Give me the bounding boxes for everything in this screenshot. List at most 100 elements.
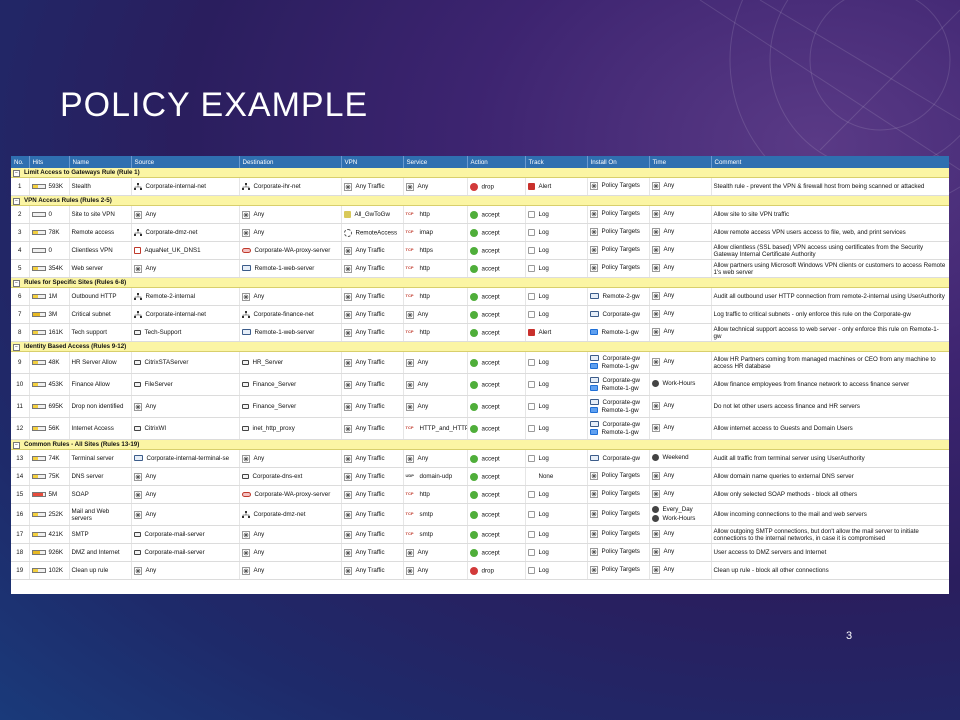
collapse-toggle-icon[interactable]: − [13,169,20,177]
comment-cell[interactable]: Allow partners using Microsoft Windows V… [711,259,949,278]
comment-cell[interactable]: Log traffic to critical subnets - only e… [711,305,949,324]
vpn-cell[interactable]: Any Traffic [341,525,404,544]
action-cell[interactable]: accept [467,305,526,324]
install-on-cell[interactable]: Policy Targets [587,561,650,580]
service-cell[interactable]: Any [403,373,468,396]
comment-cell[interactable]: Audit all outbound user HTTP connection … [711,287,949,306]
destination-cell[interactable]: Any [239,449,342,468]
destination-cell[interactable]: Any [239,205,342,224]
destination-cell[interactable]: Corporate-ihr-net [239,177,342,196]
source-cell[interactable]: Any [131,467,240,486]
table-row[interactable]: 7 3M Critical subnet Corporate-internal-net… [11,305,949,324]
destination-cell[interactable]: Corporate-finance-net [239,305,342,324]
vpn-cell[interactable]: Any Traffic [341,177,404,196]
column-header-destination[interactable]: Destination [239,156,342,168]
track-cell[interactable]: Alert [525,177,588,196]
name-cell[interactable]: Critical subnet [69,305,132,324]
vpn-cell[interactable]: Any Traffic [341,373,404,396]
time-cell[interactable]: Any [649,561,712,580]
install-on-cell[interactable]: Remote-2-gw [587,287,650,306]
vpn-cell[interactable]: Any Traffic [341,287,404,306]
name-cell[interactable]: Clientless VPN [69,241,132,260]
name-cell[interactable]: Finance Allow [69,373,132,396]
install-on-cell[interactable]: Corporate-gw Remote-1-gw [587,373,650,396]
comment-cell[interactable]: Allow site to site VPN traffic [711,205,949,224]
source-cell[interactable]: Remote-2-internal [131,287,240,306]
time-cell[interactable]: Every_Day Work-Hours [649,503,712,526]
source-cell[interactable]: Corporate-internal-net [131,305,240,324]
table-row[interactable]: 14 75K DNS server Any Corporate-dns-ext Any T… [11,467,949,486]
action-cell[interactable]: accept [467,417,526,440]
time-cell[interactable]: Any [649,177,712,196]
action-cell[interactable]: accept [467,351,526,374]
column-header-no[interactable]: No. [11,156,30,168]
source-cell[interactable]: AquaNet_UK_DNS1 [131,241,240,260]
time-cell[interactable]: Any [649,205,712,224]
collapse-toggle-icon[interactable]: − [13,441,20,449]
track-cell[interactable]: Log [525,287,588,306]
install-on-cell[interactable]: Corporate-gw [587,305,650,324]
track-cell[interactable]: Log [525,395,588,418]
action-cell[interactable]: accept [467,241,526,260]
service-cell[interactable]: TCP smtp [403,503,468,526]
vpn-cell[interactable]: Any Traffic [341,485,404,504]
column-header-service[interactable]: Service [403,156,468,168]
destination-cell[interactable]: Remote-1-web-server [239,259,342,278]
collapse-toggle-icon[interactable]: − [13,197,20,205]
install-on-cell[interactable]: Remote-1-gw [587,323,650,342]
install-on-cell[interactable]: Policy Targets [587,503,650,526]
comment-cell[interactable]: Allow HR Partners coming from managed ma… [711,351,949,374]
destination-cell[interactable]: Remote-1-web-server [239,323,342,342]
source-cell[interactable]: Corporate-mail-server [131,543,240,562]
service-cell[interactable]: TCP smtp [403,525,468,544]
track-cell[interactable]: Log [525,305,588,324]
service-cell[interactable]: Any [403,561,468,580]
service-cell[interactable]: TCP http [403,323,468,342]
source-cell[interactable]: CitrixWI [131,417,240,440]
name-cell[interactable]: Internet Access [69,417,132,440]
column-header-track[interactable]: Track [525,156,588,168]
time-cell[interactable]: Any [649,351,712,374]
destination-cell[interactable]: inet_http_proxy [239,417,342,440]
comment-cell[interactable]: Allow domain name queries to external DN… [711,467,949,486]
name-cell[interactable]: Web server [69,259,132,278]
section-row[interactable]: − Limit Access to Gateways Rule (Rule 1) [11,168,949,178]
vpn-cell[interactable]: Any Traffic [341,305,404,324]
destination-cell[interactable]: Corporate-WA-proxy-server [239,485,342,504]
time-cell[interactable]: Any [649,467,712,486]
source-cell[interactable]: Any [131,395,240,418]
install-on-cell[interactable]: Policy Targets [587,525,650,544]
column-header-source[interactable]: Source [131,156,240,168]
section-row[interactable]: − Identity Based Access (Rules 9-12) [11,341,949,352]
time-cell[interactable]: Any [649,543,712,562]
comment-cell[interactable]: Allow remote access VPN users access to … [711,223,949,242]
install-on-cell[interactable]: Corporate-gw Remote-1-gw [587,351,650,374]
comment-cell[interactable]: Allow incoming connections to the mail a… [711,503,949,526]
vpn-cell[interactable]: Any Traffic [341,241,404,260]
name-cell[interactable]: Terminal server [69,449,132,468]
track-cell[interactable]: Log [525,259,588,278]
table-row[interactable]: 9 48K HR Server Allow CitrixSTAServer HR_Ser… [11,351,949,374]
install-on-cell[interactable]: Policy Targets [587,177,650,196]
name-cell[interactable]: Outbound HTTP [69,287,132,306]
destination-cell[interactable]: Finance_Server [239,373,342,396]
time-cell[interactable]: Any [649,259,712,278]
destination-cell[interactable]: Any [239,543,342,562]
install-on-cell[interactable]: Policy Targets [587,485,650,504]
source-cell[interactable]: Any [131,561,240,580]
install-on-cell[interactable]: Corporate-gw Remote-1-gw [587,395,650,418]
table-row[interactable]: 11 695K Drop non identified Any Finance_Serv… [11,395,949,418]
vpn-cell[interactable]: All_GwToGw [341,205,404,224]
action-cell[interactable]: accept [467,449,526,468]
track-cell[interactable]: Log [525,223,588,242]
table-row[interactable]: 13 74K Terminal server Corporate-internal-t… [11,449,949,468]
vpn-cell[interactable]: Any Traffic [341,561,404,580]
name-cell[interactable]: Clean up rule [69,561,132,580]
install-on-cell[interactable]: Policy Targets [587,241,650,260]
column-header-hits[interactable]: Hits [29,156,70,168]
comment-cell[interactable]: Allow finance employees from finance net… [711,373,949,396]
name-cell[interactable]: Stealth [69,177,132,196]
name-cell[interactable]: SMTP [69,525,132,544]
action-cell[interactable]: accept [467,373,526,396]
destination-cell[interactable]: Corporate-WA-proxy-server [239,241,342,260]
